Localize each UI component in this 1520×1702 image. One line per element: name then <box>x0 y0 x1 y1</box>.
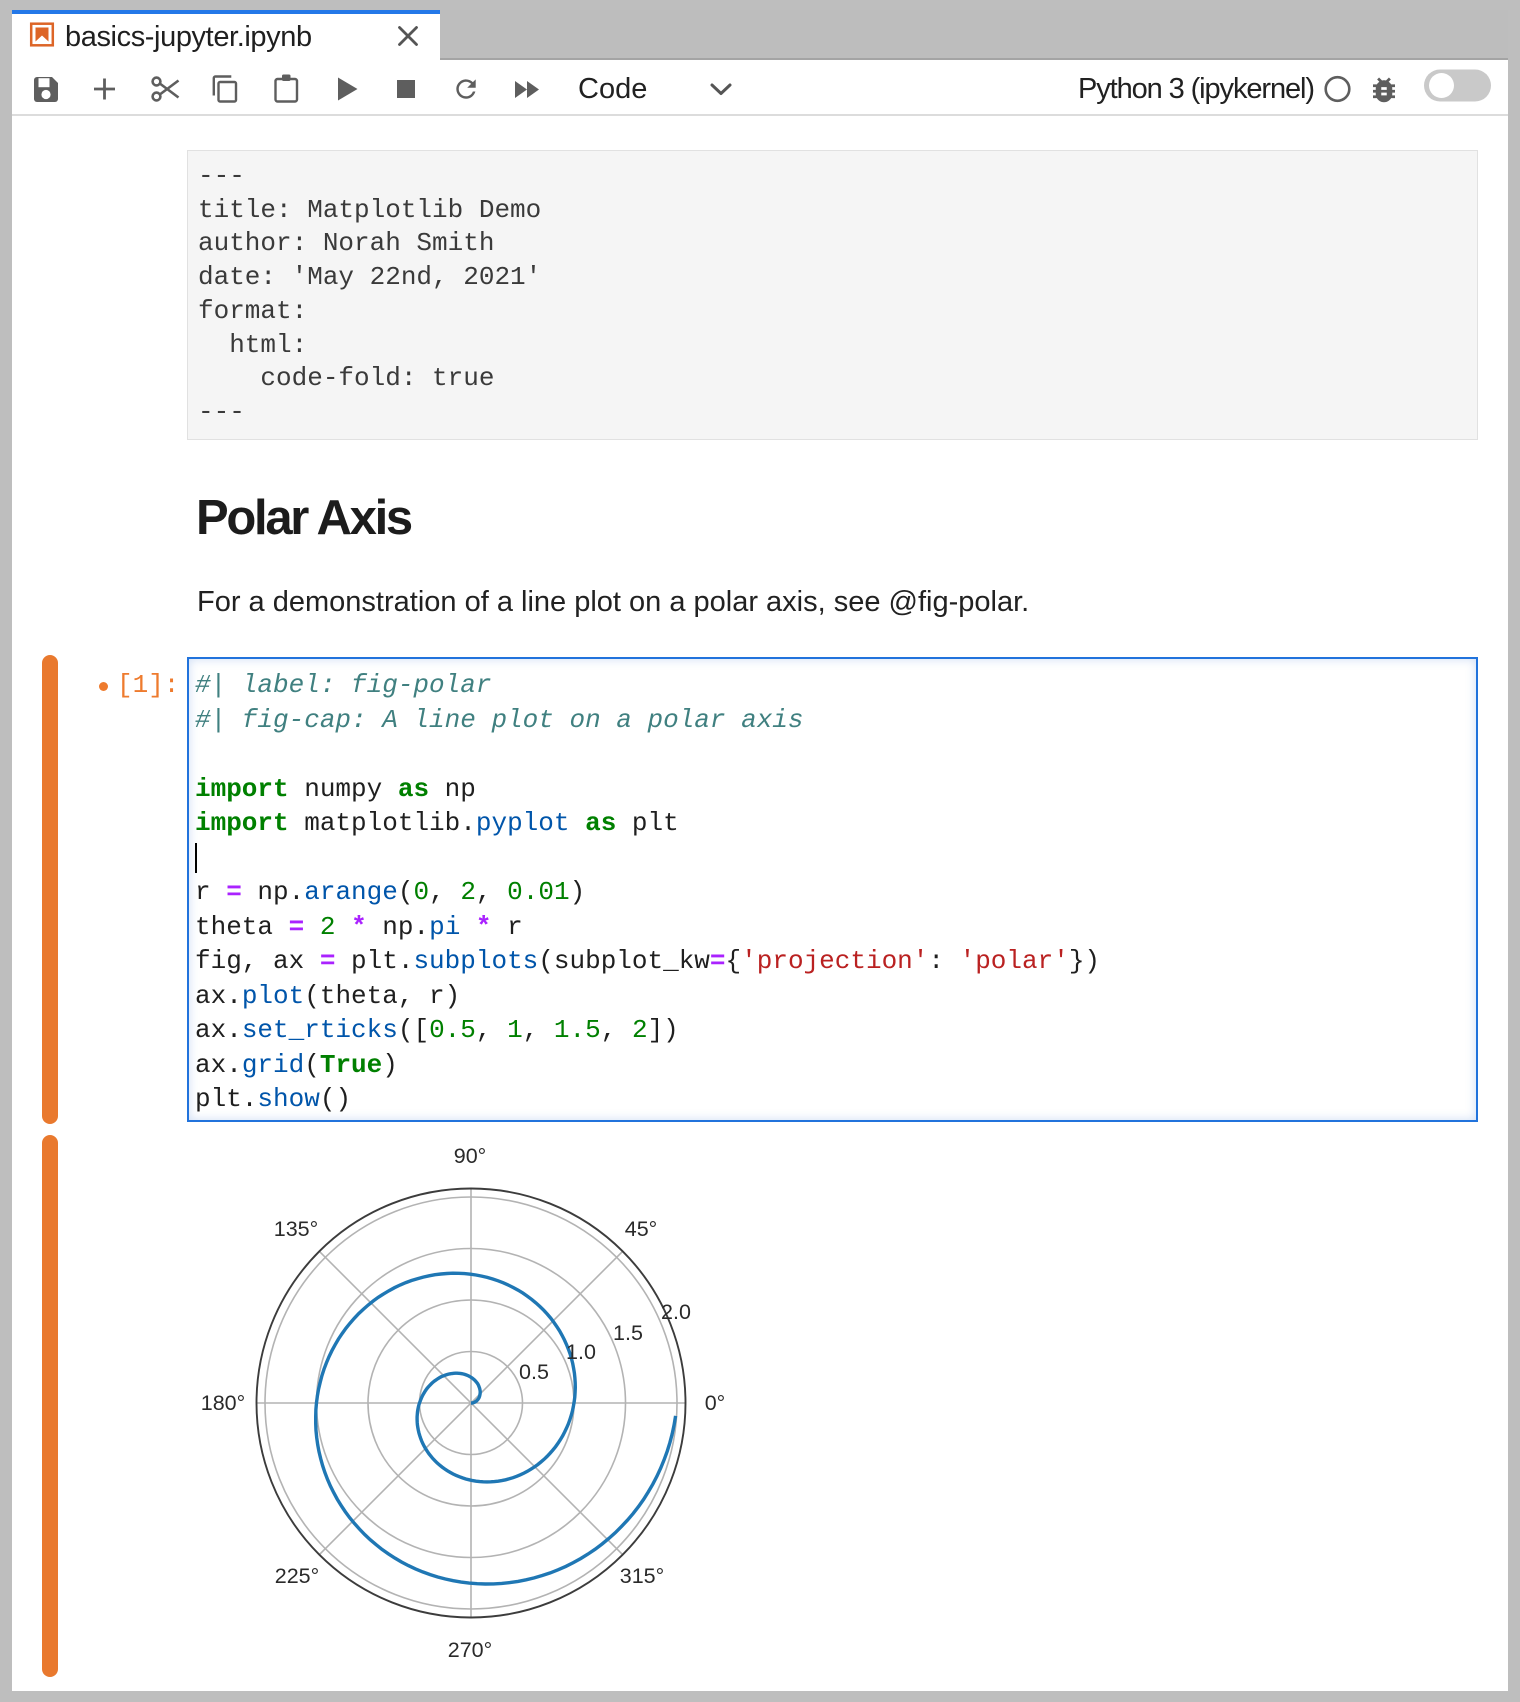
svg-text:270°: 270° <box>448 1638 492 1662</box>
svg-text:1.0: 1.0 <box>566 1340 596 1364</box>
svg-text:0°: 0° <box>705 1391 726 1415</box>
svg-text:1.5: 1.5 <box>613 1321 643 1345</box>
svg-text:45°: 45° <box>625 1217 658 1241</box>
svg-text:225°: 225° <box>275 1564 319 1588</box>
svg-text:315°: 315° <box>620 1564 664 1588</box>
svg-text:135°: 135° <box>274 1217 318 1241</box>
svg-text:0.5: 0.5 <box>519 1360 549 1384</box>
svg-text:180°: 180° <box>201 1391 245 1415</box>
svg-text:2.0: 2.0 <box>661 1300 691 1324</box>
svg-text:90°: 90° <box>454 1144 487 1168</box>
